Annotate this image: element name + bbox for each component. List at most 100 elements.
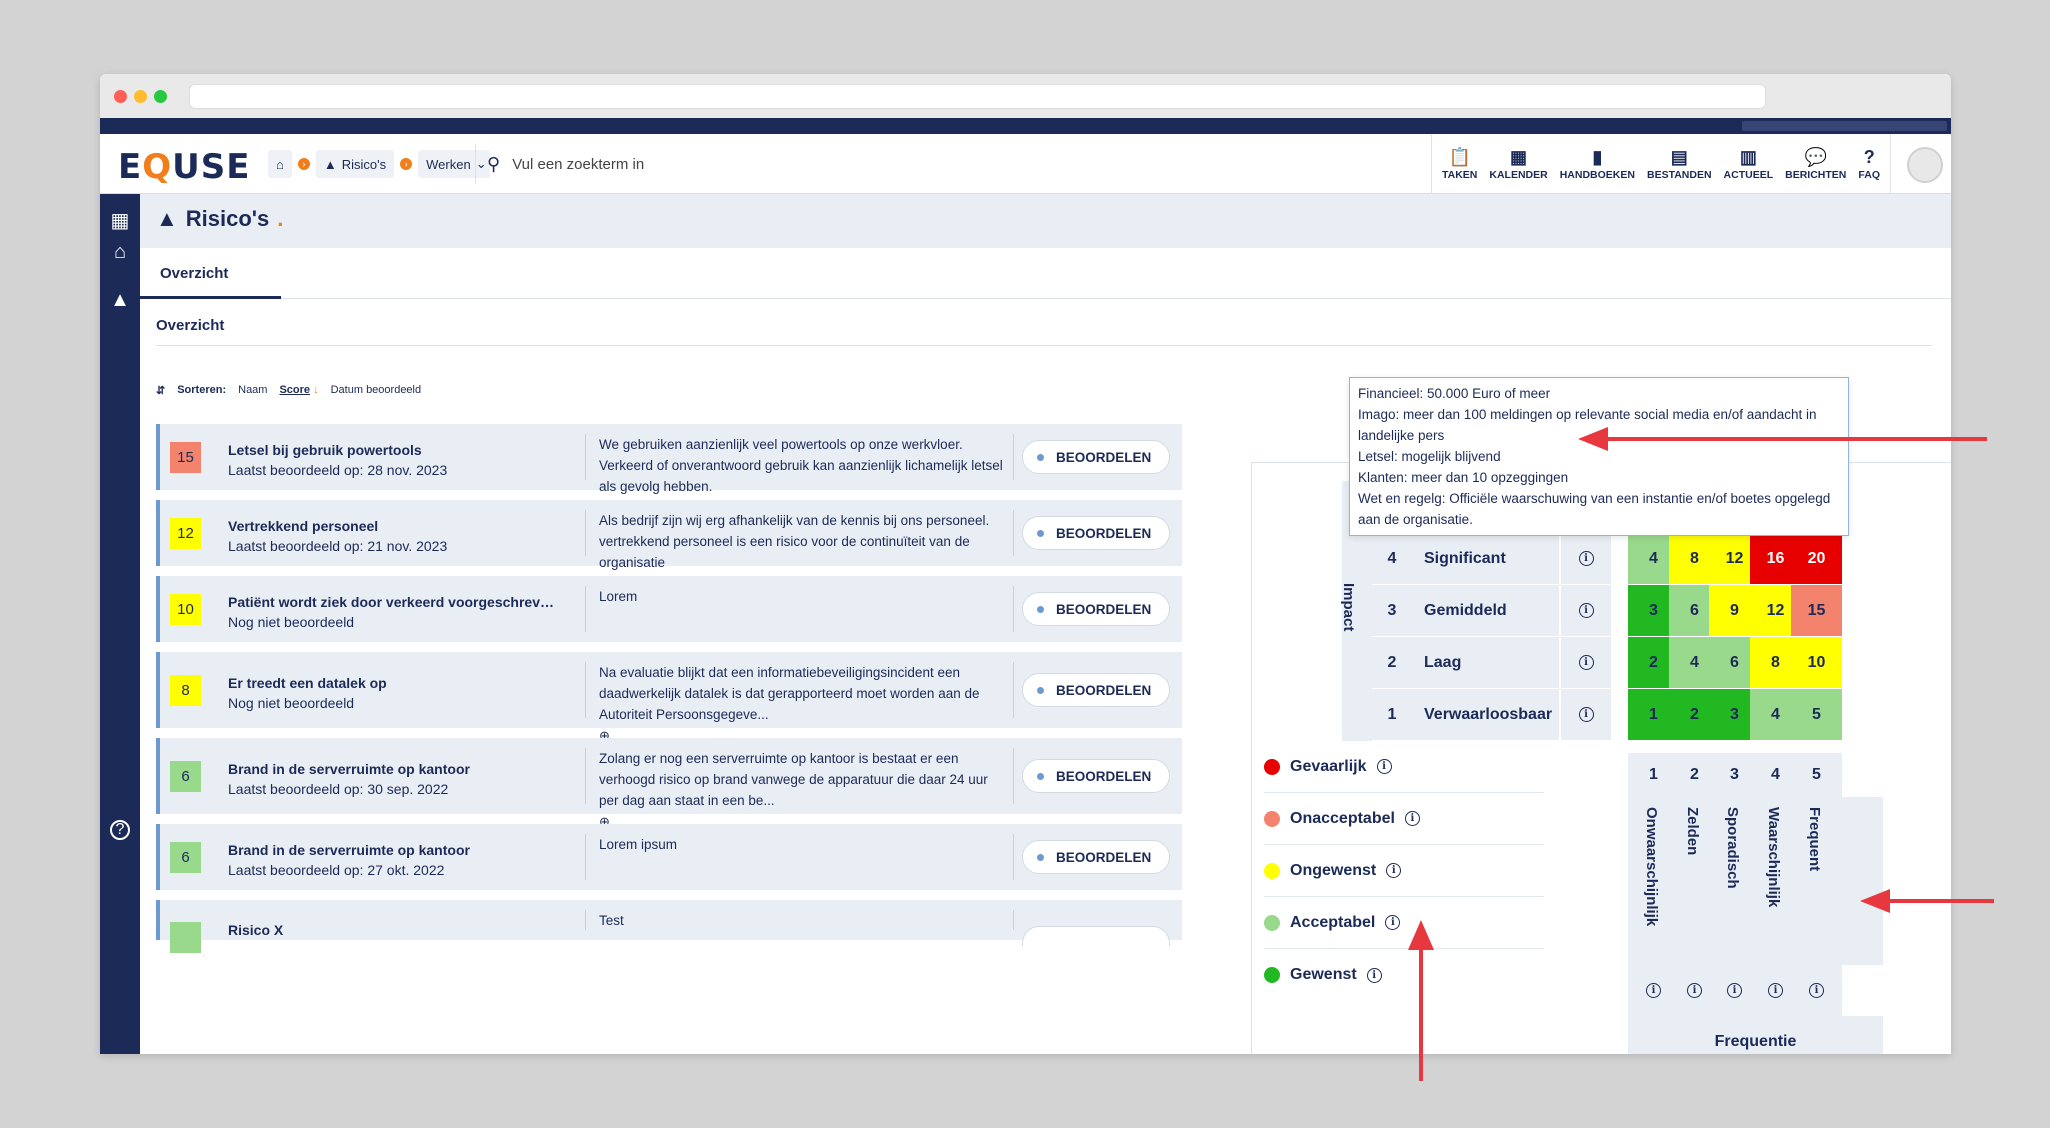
- home-crumb[interactable]: ⌂: [268, 150, 292, 178]
- sort-datum[interactable]: Datum beoordeeld: [331, 384, 422, 397]
- warning-icon[interactable]: ▲: [108, 288, 132, 312]
- info-icon[interactable]: i: [1376, 759, 1392, 774]
- list-item: 12 Vertrekkend personeel Laatst beoordeeld…: [156, 500, 1182, 570]
- beoordelen-button[interactable]: BEOORDELEN: [1022, 840, 1170, 874]
- beoordelen-button[interactable]: BEOORDELEN: [1022, 592, 1170, 626]
- matrix-cell: 15: [1791, 585, 1842, 636]
- button-label: BEOORDELEN: [1056, 449, 1152, 465]
- help-icon[interactable]: ?: [110, 820, 130, 840]
- frequency-title: Frequentie: [1628, 1016, 1883, 1054]
- impact-level: Verwaarloosbaar: [1414, 689, 1559, 740]
- risk-description-text: We gebruiken aanzienlijk veel powertools…: [599, 437, 1003, 494]
- beoordelen-button[interactable]: BEOORDELEN: [1022, 440, 1170, 474]
- risk-description-text: Lorem: [599, 589, 638, 604]
- legend-swatch: [1264, 758, 1280, 775]
- beoordelen-button[interactable]: BEOORDELEN: [1022, 759, 1170, 793]
- risk-title[interactable]: Letsel bij gebruik powertools: [228, 442, 558, 458]
- score-badge: 12: [170, 517, 201, 549]
- score-badge: 10: [170, 593, 201, 625]
- beoordelen-button[interactable]: BEOORDELEN: [1022, 673, 1170, 707]
- sort-score[interactable]: Score: [279, 384, 310, 396]
- legend-label: Onacceptabel: [1290, 809, 1395, 827]
- impact-level: Laag: [1414, 637, 1559, 688]
- risk-description-text: Lorem ipsum: [599, 837, 678, 852]
- legend-item: Acceptabel i: [1264, 897, 1544, 949]
- legend-swatch: [1264, 967, 1280, 983]
- tooltip-line: Financieel: 50.000 Euro of meer: [1358, 386, 1551, 401]
- risk-description: Lorem: [599, 586, 1004, 607]
- beoordelen-button[interactable]: [1022, 926, 1170, 946]
- page-title: ▲ Risico's.: [156, 206, 284, 231]
- info-icon[interactable]: i: [1578, 603, 1594, 618]
- impact-tooltip: Financieel: 50.000 Euro of meer Imago: me…: [1349, 377, 1849, 536]
- tool-faq[interactable]: ? FAQ: [1852, 134, 1886, 194]
- home-icon[interactable]: ⌂: [108, 240, 132, 264]
- list-item: 8 Er treedt een datalek op Nog niet beoord…: [156, 652, 1182, 743]
- archive-icon: ▤: [1670, 146, 1688, 167]
- tool-handboeken[interactable]: ▮ HANDBOEKEN: [1554, 134, 1641, 194]
- risk-status: Nog niet beoordeeld: [228, 614, 355, 630]
- button-label: BEOORDELEN: [1056, 849, 1152, 865]
- crumb-werken[interactable]: Werken ⌄: [418, 150, 491, 178]
- info-icon[interactable]: i: [1578, 707, 1594, 722]
- risk-description: Test: [599, 910, 1004, 931]
- logo[interactable]: EQUSE: [118, 147, 250, 187]
- info-icon[interactable]: i: [1385, 915, 1401, 930]
- frequency-label: Sporadisch: [1724, 807, 1741, 889]
- risk-title[interactable]: Er treedt een datalek op: [228, 675, 558, 691]
- beoordelen-button[interactable]: BEOORDELEN: [1022, 516, 1170, 550]
- arrow-down-icon: ↓: [313, 384, 319, 396]
- risk-title[interactable]: Patiënt wordt ziek door verkeerd voorges…: [228, 594, 558, 610]
- impact-info-cell: i: [1561, 585, 1611, 636]
- search-bar[interactable]: ⚲ Vul een zoekterm in: [475, 134, 644, 194]
- divider: [1013, 748, 1014, 804]
- risk-title[interactable]: Brand in de serverruimte op kantoor: [228, 761, 558, 777]
- tab-overzicht[interactable]: Overzicht: [140, 248, 281, 299]
- tooltip-line: Wet en regelg: Officiële waarschuwing va…: [1358, 491, 1831, 527]
- info-icon[interactable]: i: [1366, 967, 1382, 983]
- avatar[interactable]: [1907, 147, 1943, 183]
- risk-title[interactable]: Vertrekkend personeel: [228, 518, 558, 534]
- info-icon[interactable]: i: [1687, 983, 1702, 998]
- tool-kalender[interactable]: ▦ KALENDER: [1483, 134, 1553, 194]
- button-dot: [1037, 772, 1044, 780]
- tool-bestanden[interactable]: ▤ BESTANDEN: [1641, 134, 1718, 194]
- risk-title[interactable]: Brand in de serverruimte op kantoor: [228, 842, 558, 858]
- page-header: ▲ Risico's.: [140, 194, 1951, 248]
- info-icon[interactable]: i: [1578, 655, 1594, 670]
- risk-description-text: Na evaluatie blijkt dat een informatiebe…: [599, 665, 980, 722]
- maximize-dot[interactable]: [154, 90, 167, 103]
- tab-bar: Overzicht: [140, 248, 1951, 299]
- search-input[interactable]: Vul een zoekterm in: [512, 156, 644, 173]
- tool-berichten[interactable]: 💬 BERICHTEN: [1779, 134, 1852, 194]
- info-icon[interactable]: i: [1646, 983, 1661, 998]
- info-icon[interactable]: i: [1578, 551, 1594, 566]
- divider: [1013, 834, 1014, 880]
- close-dot[interactable]: [114, 90, 127, 103]
- info-icon[interactable]: i: [1386, 863, 1402, 878]
- url-bar[interactable]: [189, 84, 1766, 109]
- legend-swatch: [1264, 810, 1280, 827]
- info-icon[interactable]: i: [1809, 983, 1824, 998]
- info-icon[interactable]: i: [1727, 983, 1742, 998]
- clipboard-icon: 📋: [1448, 146, 1471, 167]
- top-band: [100, 118, 1951, 134]
- info-icon[interactable]: i: [1768, 983, 1783, 998]
- button-dot: [1037, 605, 1044, 613]
- minimize-dot[interactable]: [134, 90, 147, 103]
- crumb-risicos[interactable]: ▲ Risico's: [315, 150, 395, 178]
- divider: [1013, 910, 1014, 930]
- legend-label: Gevaarlijk: [1290, 757, 1367, 775]
- info-icon[interactable]: i: [1404, 811, 1420, 826]
- risk-title[interactable]: Risico X: [228, 922, 558, 938]
- grid-icon[interactable]: ▦: [108, 209, 132, 233]
- book-icon: ▮: [1592, 146, 1603, 167]
- tool-actueel[interactable]: ▥ ACTUEEL: [1718, 134, 1780, 194]
- sort-naam[interactable]: Naam: [238, 384, 267, 397]
- list-item: Risico X Test: [156, 900, 1182, 953]
- impact-info-cell: i: [1561, 689, 1611, 740]
- legend-item: Onacceptabel i: [1264, 793, 1544, 845]
- sort-bar: ⇵ Sorteren: Naam Score ↓ Datum beoordeel…: [156, 384, 421, 397]
- tool-taken[interactable]: 📋 TAKEN: [1436, 134, 1483, 194]
- divider: [1013, 510, 1014, 556]
